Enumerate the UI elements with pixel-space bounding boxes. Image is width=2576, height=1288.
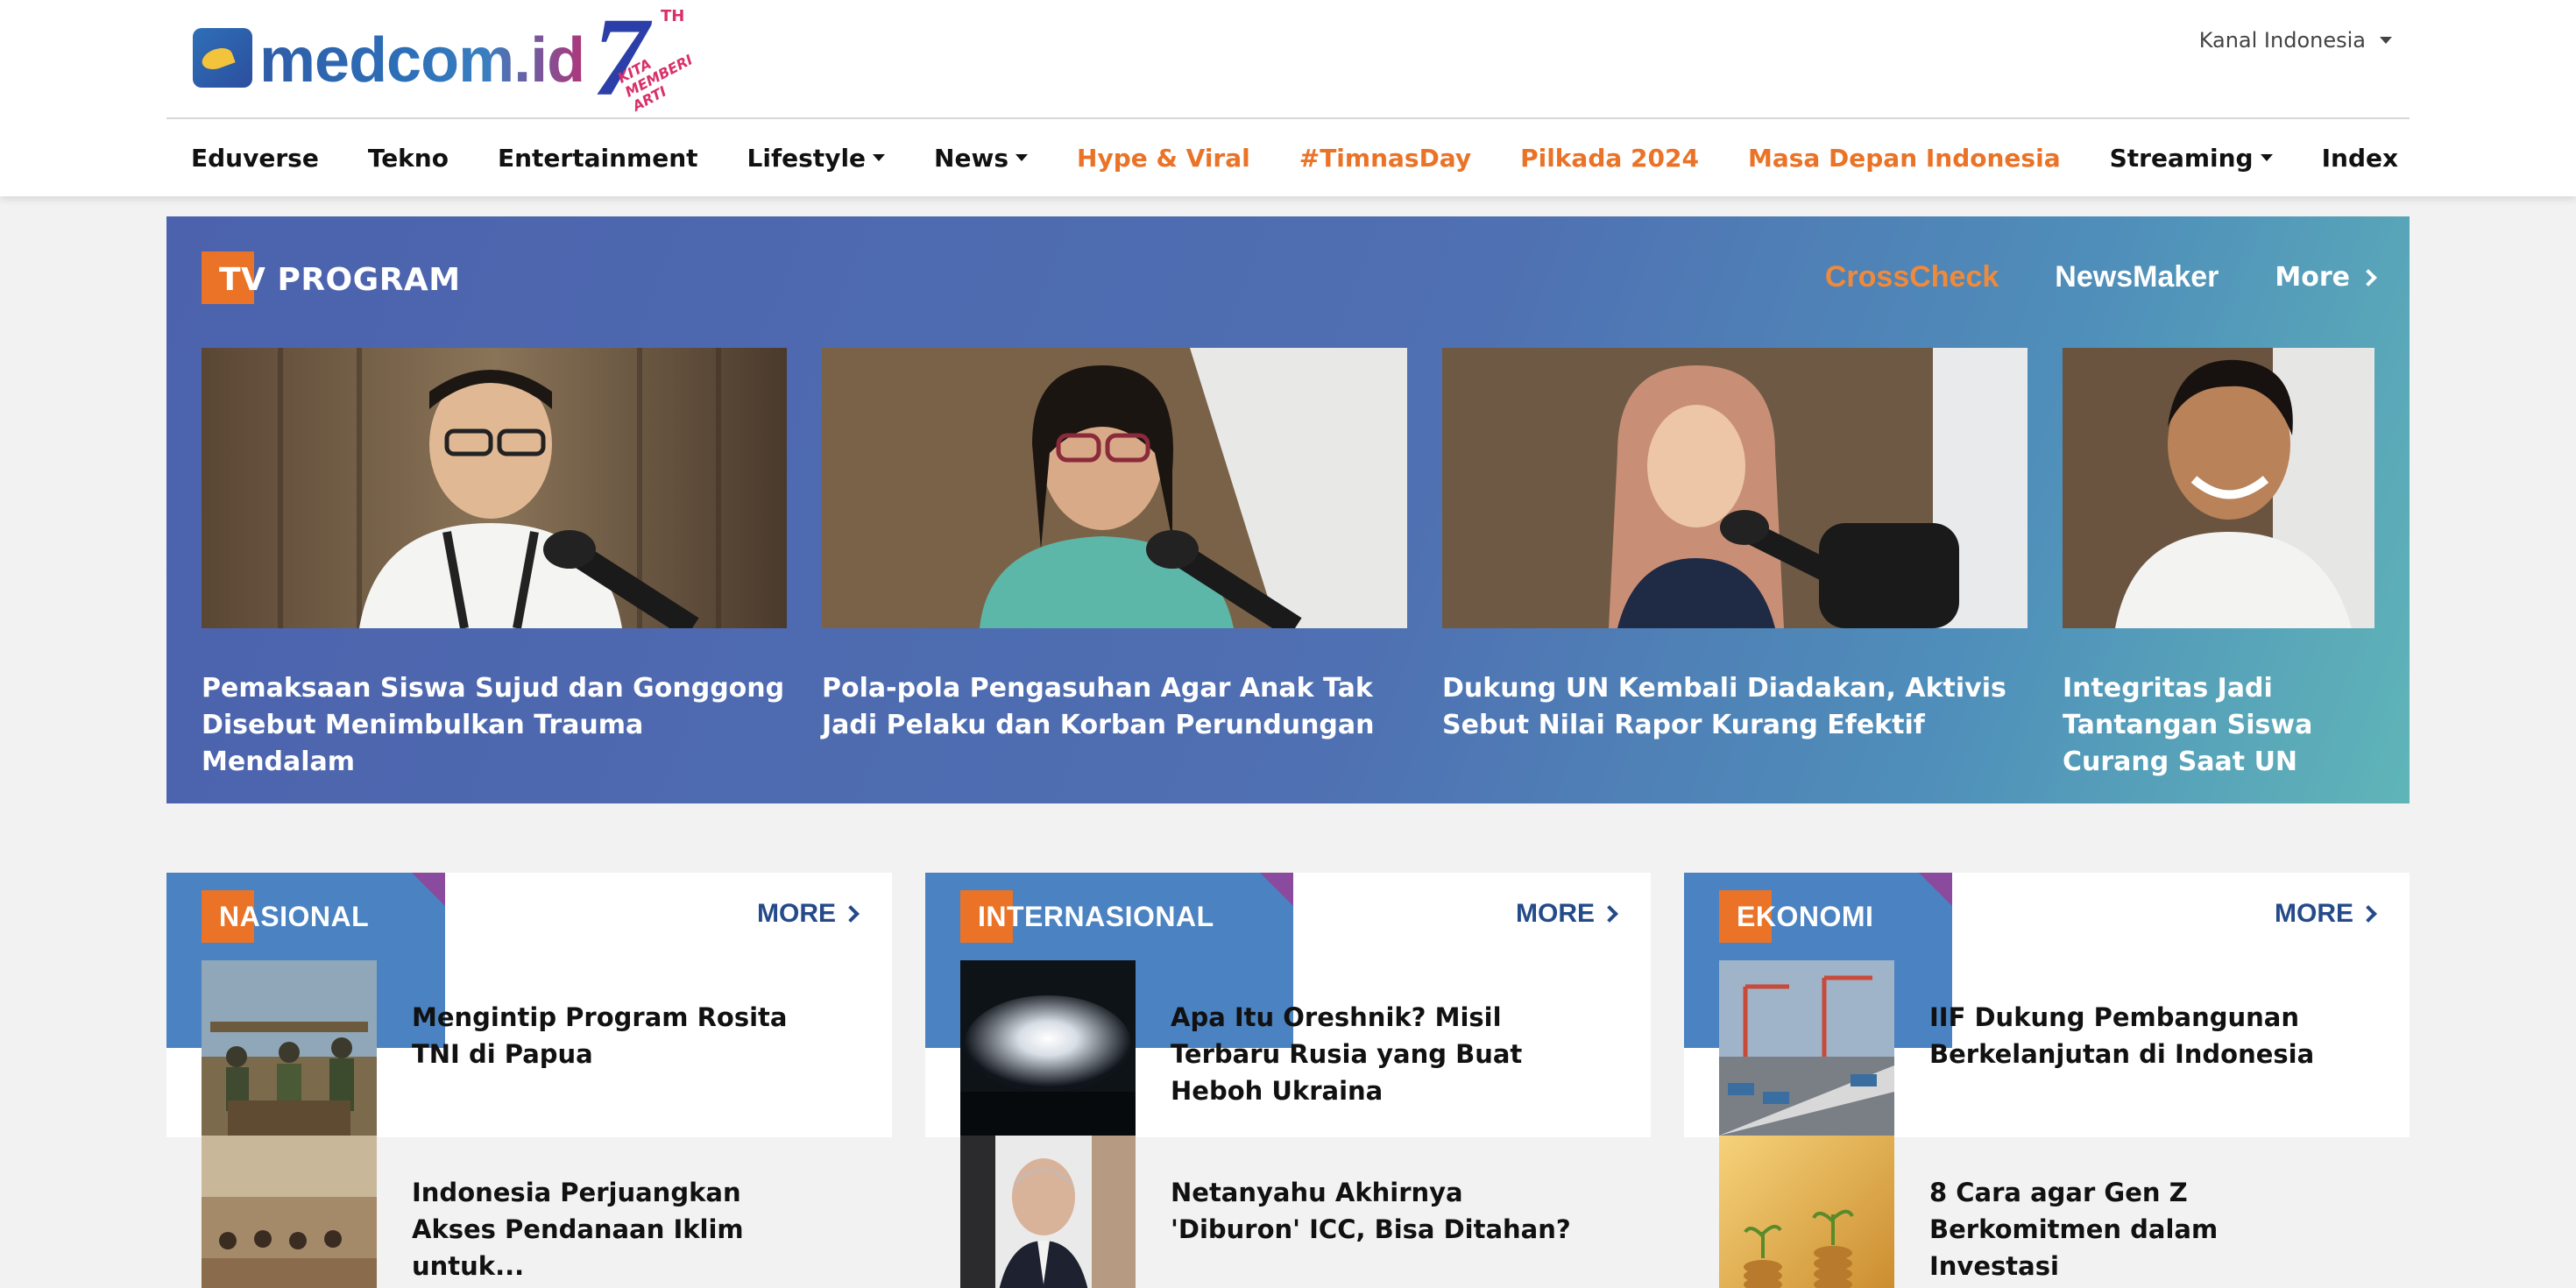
tv-card[interactable]: Integritas Jadi Tantangan Siswa Curang S…	[2063, 348, 2374, 781]
article-thumbnail[interactable]	[1719, 1136, 1894, 1288]
section-heading: EKONOMI	[1719, 890, 1873, 943]
article-title[interactable]: Mengintip Program Rosita TNI di Papua	[412, 999, 832, 1072]
anniversary-badge: 7 TH KITA MEMBERI ARTI	[592, 0, 706, 119]
tv-program-section: TV PROGRAM CrossCheck NewsMaker More Pem…	[166, 216, 2410, 803]
nav-item-tekno[interactable]: Tekno	[368, 144, 449, 173]
badge-sup: TH	[661, 7, 685, 25]
tv-card-title[interactable]: Dukung UN Kembali Diadakan, Aktivis Sebu…	[1442, 670, 2028, 744]
tv-link-crosscheck[interactable]: CrossCheck	[1825, 260, 1999, 294]
section-heading: NASIONAL	[202, 890, 369, 943]
nav-item-lifestyle[interactable]: Lifestyle	[747, 144, 886, 173]
nav-divider	[166, 117, 2410, 119]
logo-text: medcom.id	[259, 25, 585, 96]
article-title[interactable]: Netanyahu Akhirnya 'Diburon' ICC, Bisa D…	[1171, 1174, 1591, 1248]
tv-program-title: TV PROGRAM	[219, 261, 461, 298]
nav-item-hype-viral[interactable]: Hype & Viral	[1077, 144, 1250, 173]
section-more-link[interactable]: MORE	[2275, 899, 2377, 929]
tv-card[interactable]: Pemaksaan Siswa Sujud dan Gonggong Diseb…	[202, 348, 787, 781]
tv-more-link[interactable]: More	[2275, 262, 2377, 293]
list-item[interactable]: Netanyahu Akhirnya 'Diburon' ICC, Bisa D…	[960, 1136, 1651, 1288]
nav-item-entertainment[interactable]: Entertainment	[498, 144, 698, 173]
section-more-link[interactable]: MORE	[757, 899, 860, 929]
site-logo[interactable]: medcom.id 7 TH KITA MEMBERI ARTI	[193, 0, 718, 119]
nav-item-news[interactable]: News	[934, 144, 1029, 173]
video-thumbnail[interactable]	[202, 348, 787, 628]
eagle-logo-icon	[193, 28, 252, 88]
chevron-right-icon	[842, 905, 860, 923]
list-item[interactable]: 8 Cara agar Gen Z Berkomitmen dalam Inve…	[1719, 1136, 2410, 1288]
video-thumbnail[interactable]	[1442, 348, 2028, 628]
tv-card-title[interactable]: Integritas Jadi Tantangan Siswa Curang S…	[2063, 670, 2374, 781]
main-nav: Eduverse Tekno Entertainment Lifestyle N…	[191, 140, 2447, 175]
section-title: INTERNASIONAL	[978, 900, 1214, 932]
caret-down-icon	[2380, 37, 2392, 44]
section-heading: INTERNASIONAL	[960, 890, 1214, 943]
tv-card[interactable]: Dukung UN Kembali Diadakan, Aktivis Sebu…	[1442, 348, 2028, 744]
nav-item-pilkada-2024[interactable]: Pilkada 2024	[1520, 144, 1699, 173]
nav-item-timnasday[interactable]: #TimnasDay	[1299, 144, 1471, 173]
article-thumbnail[interactable]	[202, 1136, 377, 1288]
nav-item-eduverse[interactable]: Eduverse	[191, 144, 319, 173]
tv-card[interactable]: Pola-pola Pengasuhan Agar Anak Tak Jadi …	[822, 348, 1407, 744]
list-item[interactable]: IIF Dukung Pembangunan Berkelanjutan di …	[1719, 960, 2410, 1136]
nav-item-masa-depan-indonesia[interactable]: Masa Depan Indonesia	[1748, 144, 2061, 173]
section-title: NASIONAL	[219, 900, 370, 932]
site-header: medcom.id 7 TH KITA MEMBERI ARTI Kanal I…	[0, 0, 2576, 196]
tv-program-carousel: Pemaksaan Siswa Sujud dan Gonggong Diseb…	[202, 348, 2410, 777]
chevron-right-icon	[2360, 268, 2377, 287]
tv-card-title[interactable]: Pemaksaan Siswa Sujud dan Gonggong Diseb…	[202, 670, 787, 781]
section-nasional: NASIONAL MORE Mengintip Program Rosita T…	[166, 873, 892, 1288]
article-title[interactable]: Apa Itu Oreshnik? Misil Terbaru Rusia ya…	[1171, 999, 1591, 1109]
tv-card-title[interactable]: Pola-pola Pengasuhan Agar Anak Tak Jadi …	[822, 670, 1407, 744]
list-item[interactable]: Mengintip Program Rosita TNI di Papua	[202, 960, 892, 1136]
caret-down-icon	[2260, 154, 2273, 161]
chevron-right-icon	[2360, 905, 2377, 923]
article-thumbnail[interactable]	[960, 1136, 1136, 1288]
video-thumbnail[interactable]	[822, 348, 1407, 628]
section-more-link[interactable]: MORE	[1516, 899, 1618, 929]
nav-item-streaming[interactable]: Streaming	[2110, 144, 2273, 173]
article-thumbnail[interactable]	[1719, 960, 1894, 1136]
list-item[interactable]: Indonesia Perjuangkan Akses Pendanaan Ik…	[202, 1136, 892, 1288]
video-thumbnail[interactable]	[2063, 348, 2374, 628]
caret-down-icon	[1016, 154, 1029, 161]
article-title[interactable]: Indonesia Perjuangkan Akses Pendanaan Ik…	[412, 1174, 832, 1284]
article-title[interactable]: 8 Cara agar Gen Z Berkomitmen dalam Inve…	[1929, 1174, 2350, 1284]
kanal-dropdown[interactable]: Kanal Indonesia	[2199, 28, 2392, 53]
nav-item-index[interactable]: Index	[2322, 144, 2398, 173]
list-item[interactable]: Apa Itu Oreshnik? Misil Terbaru Rusia ya…	[960, 960, 1651, 1136]
kanal-label: Kanal Indonesia	[2198, 28, 2366, 53]
section-ekonomi: EKONOMI MORE IIF Dukung Pembangunan Berk…	[1684, 873, 2410, 1288]
article-thumbnail[interactable]	[960, 960, 1136, 1136]
article-thumbnail[interactable]	[202, 960, 377, 1136]
chevron-right-icon	[1601, 905, 1618, 923]
tv-link-newsmaker[interactable]: NewsMaker	[2055, 260, 2219, 294]
tv-program-links: CrossCheck NewsMaker More	[1825, 260, 2377, 294]
section-title: EKONOMI	[1737, 900, 1874, 932]
section-internasional: INTERNASIONAL MORE Apa Itu Oreshnik? Mis…	[925, 873, 1651, 1288]
article-title[interactable]: IIF Dukung Pembangunan Berkelanjutan di …	[1929, 999, 2350, 1072]
tv-program-heading: TV PROGRAM	[202, 251, 460, 304]
caret-down-icon	[873, 154, 886, 161]
